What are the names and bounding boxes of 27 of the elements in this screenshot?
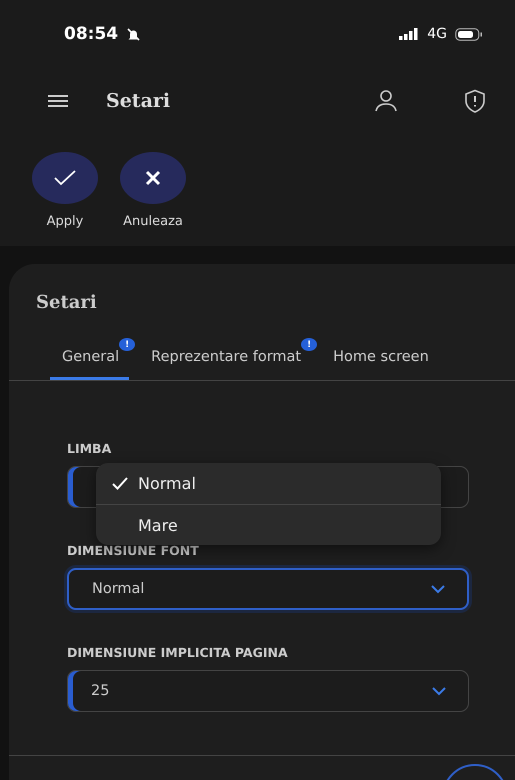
user-icon[interactable] [375, 90, 397, 112]
bell-off-icon [126, 26, 142, 42]
chevron-down-icon [431, 584, 445, 594]
action-label: Anuleaza [123, 214, 183, 229]
menu-icon[interactable] [48, 95, 68, 107]
field-label: DIMENSIUNE IMPLICITA PAGINA [67, 645, 289, 660]
check-icon [54, 170, 76, 186]
app-title: Setari [106, 90, 172, 112]
action-label: Apply [46, 214, 84, 229]
close-icon [145, 170, 161, 186]
shield-alert-icon[interactable] [463, 89, 487, 113]
battery-icon [455, 28, 483, 40]
field-label: DIMENSIUNE FONT [67, 543, 200, 558]
field-label: LIMBA [67, 441, 112, 456]
network-type: 4G [427, 26, 447, 42]
card-title: Setari [35, 291, 98, 315]
alert-badge: ! [301, 338, 318, 352]
alert-badge: ! [119, 338, 136, 352]
signal-icon [399, 28, 420, 40]
select-field[interactable]: 25 [67, 670, 469, 712]
menu-item[interactable]: Mare [96, 504, 441, 545]
check-icon [112, 477, 128, 490]
menu-item[interactable]: Normal [96, 463, 441, 504]
status-time: 08:54 [64, 24, 118, 44]
select-field[interactable]: Normal [67, 568, 469, 610]
chevron-down-icon [432, 686, 446, 696]
tab[interactable]: Home screen [321, 341, 439, 380]
